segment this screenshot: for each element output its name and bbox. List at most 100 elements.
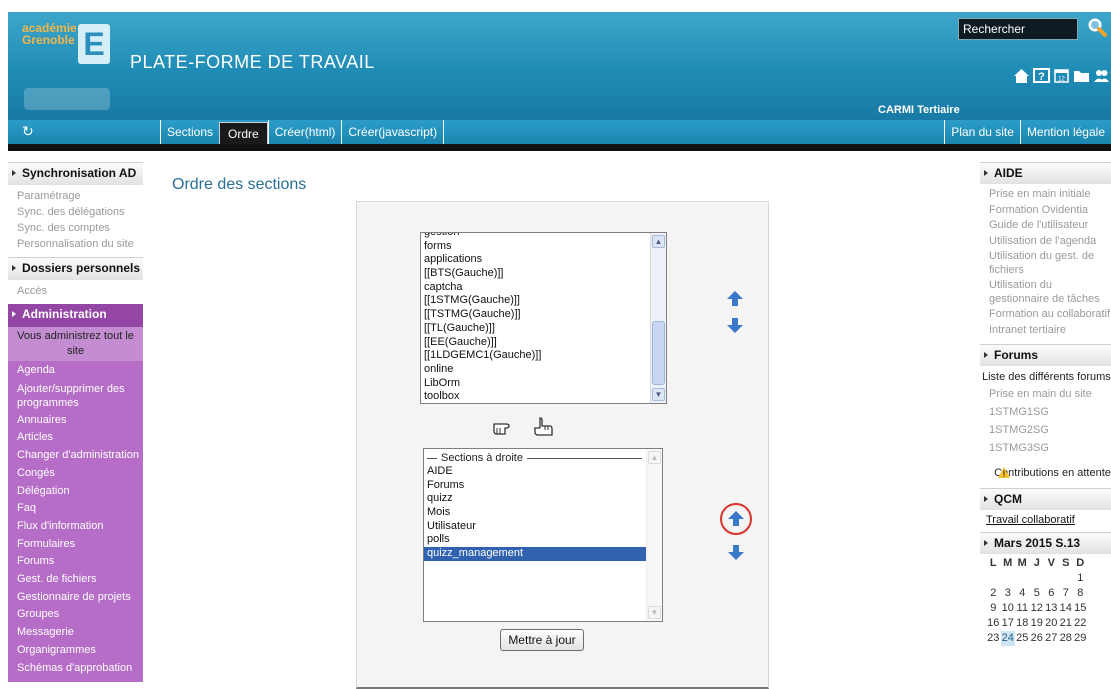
sidebar-item-agenda[interactable]: Agenda: [17, 362, 143, 380]
calendar-day[interactable]: [1044, 571, 1059, 586]
right-listbox-scrollbar[interactable]: ▲ ▼: [646, 449, 662, 621]
calendar-day[interactable]: 11: [1015, 601, 1030, 616]
sidebar-item-delegation[interactable]: Délégation: [17, 483, 143, 501]
list-item[interactable]: [[EE(Gauche)]]: [424, 336, 666, 350]
forum-item[interactable]: 1STMG3SG: [989, 440, 1111, 456]
aide-heading[interactable]: AIDE: [980, 162, 1111, 184]
left-sections-listbox[interactable]: gestion forms applications [[BTS(Gauche)…: [420, 232, 667, 404]
move-up-left-icon[interactable]: [726, 290, 744, 308]
sidebar-item-personnalisation[interactable]: Personnalisation du site: [17, 236, 143, 252]
calendar-day[interactable]: 26: [1030, 631, 1045, 646]
list-item[interactable]: [[1LDGEMC1(Gauche)]]: [424, 349, 666, 363]
calendar-day[interactable]: 27: [1044, 631, 1059, 646]
list-item[interactable]: [[BTS(Gauche)]]: [424, 267, 666, 281]
list-item[interactable]: gestion: [424, 233, 666, 240]
sidebar-item-messagerie[interactable]: Messagerie: [17, 624, 143, 642]
sidebar-item-organigrammes[interactable]: Organigrammes: [17, 642, 143, 660]
calendar-icon[interactable]: 12: [1053, 66, 1070, 86]
calendar-day[interactable]: 10: [1001, 601, 1016, 616]
sidebar-item-forums[interactable]: Forums: [17, 553, 143, 571]
sidebar-item-programmes[interactable]: Ajouter/supprimer des programmes: [17, 380, 143, 412]
list-item[interactable]: Forums: [427, 479, 662, 493]
mention-legale-link[interactable]: Mention légale: [1019, 120, 1111, 144]
sidebar-item-annuaires[interactable]: Annuaires: [17, 412, 143, 430]
calendar-day[interactable]: 19: [1030, 616, 1045, 631]
list-item[interactable]: captcha: [424, 281, 666, 295]
calendar-day[interactable]: 15: [1073, 601, 1088, 616]
search-icon[interactable]: [1086, 16, 1108, 38]
sidebar-item-conges[interactable]: Congés: [17, 465, 143, 483]
aide-item[interactable]: Utilisation du gestionnaire de tâches: [989, 279, 1111, 306]
list-item[interactable]: [[1STMG(Gauche)]]: [424, 294, 666, 308]
calendar-day[interactable]: [1059, 571, 1074, 586]
search-input[interactable]: [958, 18, 1078, 40]
calendar-day[interactable]: 25: [1015, 631, 1030, 646]
calendar-day[interactable]: 7: [1059, 586, 1074, 601]
scroll-up-icon[interactable]: ▲: [648, 451, 661, 464]
calendar-day[interactable]: 20: [1044, 616, 1059, 631]
plan-du-site-link[interactable]: Plan du site: [944, 120, 1020, 144]
calendar-day[interactable]: 29: [1073, 631, 1088, 646]
folder-icon[interactable]: [1073, 66, 1090, 86]
sidebar-item-changer-admin[interactable]: Changer d'administration: [17, 447, 143, 465]
update-button[interactable]: Mettre à jour: [500, 629, 584, 651]
forum-item[interactable]: 1STMG1SG: [989, 404, 1111, 420]
move-up-right-icon[interactable]: [727, 510, 745, 528]
list-item[interactable]: Utilisateur: [427, 520, 662, 534]
calendar-day[interactable]: [1001, 571, 1016, 586]
sidebar-item-schemas[interactable]: Schémas d'approbation: [17, 660, 143, 678]
calendar-day[interactable]: 12: [1030, 601, 1045, 616]
aide-item[interactable]: Utilisation du gest. de fichiers: [989, 250, 1111, 277]
list-item-selected[interactable]: quizz_management: [424, 547, 646, 561]
tab-creer-javascript[interactable]: Créer(javascript): [341, 120, 445, 144]
calendar-day-today[interactable]: 24: [1000, 631, 1015, 646]
tab-creer-html[interactable]: Créer(html): [267, 120, 342, 144]
sidebar-item-parametrage[interactable]: Paramétrage: [17, 188, 143, 204]
calendar-day[interactable]: 4: [1015, 586, 1030, 601]
move-down-right-icon[interactable]: [727, 543, 745, 561]
aide-item[interactable]: Guide de l'utilisateur: [989, 219, 1111, 233]
sidebar-item-sync-comptes[interactable]: Sync. des comptes: [17, 220, 143, 236]
refresh-icon[interactable]: ↻: [22, 123, 38, 139]
sidebar-item-groupes[interactable]: Groupes: [17, 606, 143, 624]
aide-item[interactable]: Formation Ovidentia: [989, 204, 1111, 218]
academie-logo[interactable]: académie Grenoble E: [20, 20, 118, 112]
calendar-day[interactable]: 8: [1073, 586, 1088, 601]
help-icon[interactable]: ?: [1033, 66, 1050, 86]
list-item[interactable]: forms: [424, 240, 666, 254]
tab-sections[interactable]: Sections: [160, 120, 219, 144]
forum-item[interactable]: 1STMG2SG: [989, 422, 1111, 438]
calendar-day[interactable]: 3: [1001, 586, 1016, 601]
list-item[interactable]: polls: [427, 533, 662, 547]
home-icon[interactable]: [1013, 66, 1030, 86]
calendar-day[interactable]: 9: [986, 601, 1001, 616]
calendar-day[interactable]: 22: [1073, 616, 1088, 631]
calendar-day[interactable]: [1030, 571, 1045, 586]
list-item[interactable]: [[TL(Gauche)]]: [424, 322, 666, 336]
aide-item[interactable]: Formation au collaboratif: [989, 308, 1111, 322]
right-sections-listbox[interactable]: Sections à droite AIDE Forums quizz Mois…: [423, 448, 663, 622]
forum-item[interactable]: Prise en main du site: [989, 386, 1111, 402]
calendar-heading[interactable]: Mars 2015 S.13: [980, 532, 1111, 554]
calendar-day[interactable]: 17: [1001, 616, 1016, 631]
calendar-day[interactable]: 2: [986, 586, 1001, 601]
admin-heading[interactable]: Administration: [8, 304, 143, 327]
calendar-day[interactable]: 5: [1030, 586, 1045, 601]
move-left-hand-icon[interactable]: [532, 416, 554, 438]
sidebar-item-faq[interactable]: Faq: [17, 500, 143, 518]
move-right-hand-icon[interactable]: [492, 416, 514, 438]
users-icon[interactable]: [1093, 66, 1110, 86]
aide-item[interactable]: Utilisation de l'agenda: [989, 235, 1111, 249]
sidebar-item-flux[interactable]: Flux d'information: [17, 518, 143, 536]
move-down-left-icon[interactable]: [726, 316, 744, 334]
sidebar-item-sync-delegations[interactable]: Sync. des délégations: [17, 204, 143, 220]
calendar-day[interactable]: 21: [1059, 616, 1074, 631]
tab-ordre[interactable]: Ordre: [219, 122, 268, 144]
list-item[interactable]: [[TSTMG(Gauche)]]: [424, 308, 666, 322]
list-item[interactable]: AIDE: [427, 465, 662, 479]
dossiers-heading[interactable]: Dossiers personnels: [8, 257, 143, 280]
sidebar-item-articles[interactable]: Articles: [17, 429, 143, 447]
sidebar-item-gest-fichiers[interactable]: Gest. de fichiers: [17, 571, 143, 589]
left-listbox-scrollbar[interactable]: ▲ ▼: [650, 233, 666, 403]
calendar-day[interactable]: 28: [1059, 631, 1074, 646]
